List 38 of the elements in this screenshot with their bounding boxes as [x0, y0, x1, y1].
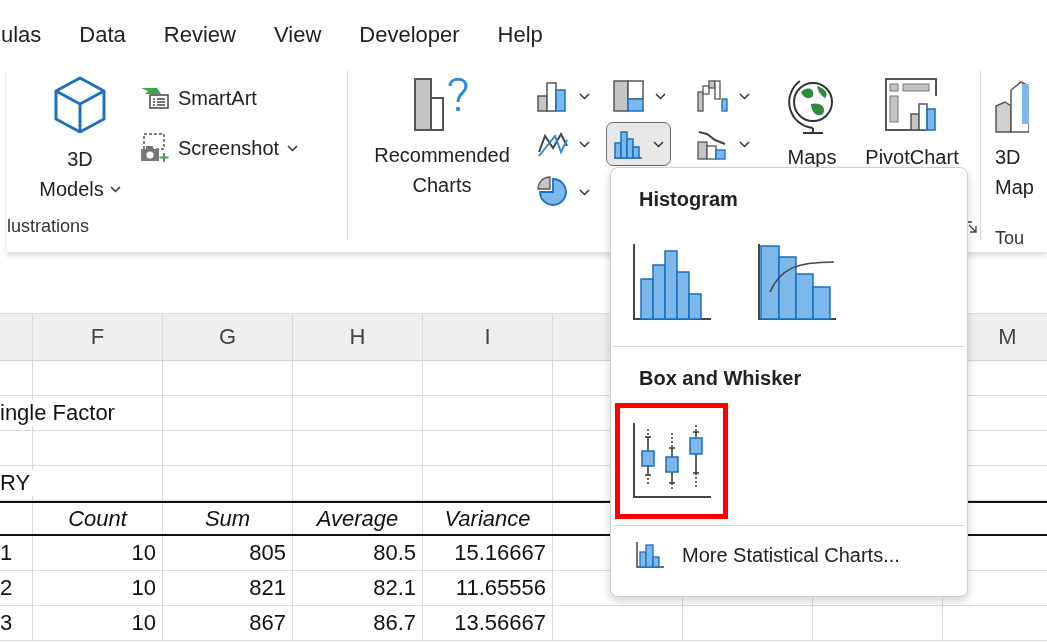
screenshot-button[interactable]: Screenshot: [140, 128, 299, 168]
menu-tab[interactable]: Developer: [359, 22, 460, 48]
menu-tab[interactable]: ulas: [1, 22, 42, 48]
table-cell: 82.1: [373, 575, 416, 601]
column-header[interactable]: H: [293, 314, 423, 360]
table-cell: 11.65556: [455, 575, 546, 601]
column-header[interactable]: F: [33, 314, 163, 360]
menu-tab[interactable]: Review: [163, 22, 236, 48]
column-header[interactable]: I: [423, 314, 553, 360]
table-cell: 821: [249, 575, 286, 601]
group-label: Tou: [995, 226, 1026, 250]
menu-tab[interactable]: Data: [79, 22, 126, 48]
table-cell: Count: [68, 505, 127, 532]
menu-item[interactable]: More Statistical Charts...: [611, 526, 967, 568]
3d-map-button[interactable]: 3D Map: [995, 70, 1045, 202]
table-cell: 867: [249, 610, 286, 636]
table-cell: 10: [131, 610, 156, 636]
menu-tab[interactable]: Help: [497, 22, 543, 48]
table-cell: Sum: [204, 505, 251, 532]
pivotchart-button[interactable]: PivotChart: [856, 70, 968, 172]
table-cell: 80.5: [373, 540, 416, 566]
table-cell: 86.7: [373, 610, 416, 636]
table-cell: 805: [249, 540, 286, 566]
table-cell: Variance: [444, 505, 531, 532]
section-title: Histogram: [638, 187, 739, 210]
smartart-button[interactable]: SmartArt: [140, 78, 299, 118]
table-cell: 10: [131, 575, 156, 601]
table-cell: RY: [0, 470, 35, 496]
group-label: lustrations: [7, 215, 91, 239]
menu-tab[interactable]: View: [274, 22, 322, 48]
table-cell: Average: [316, 505, 399, 532]
column-header[interactable]: G: [163, 314, 293, 360]
table-cell: 10: [131, 540, 156, 566]
table-cell: 15.16667: [454, 540, 546, 566]
section-title: Box and Whisker: [638, 366, 803, 389]
recommended-charts-button[interactable]: Recommended Charts: [362, 70, 522, 200]
table-cell: 13.56667: [454, 610, 546, 636]
3d-models-button[interactable]: 3D Models: [30, 70, 130, 204]
